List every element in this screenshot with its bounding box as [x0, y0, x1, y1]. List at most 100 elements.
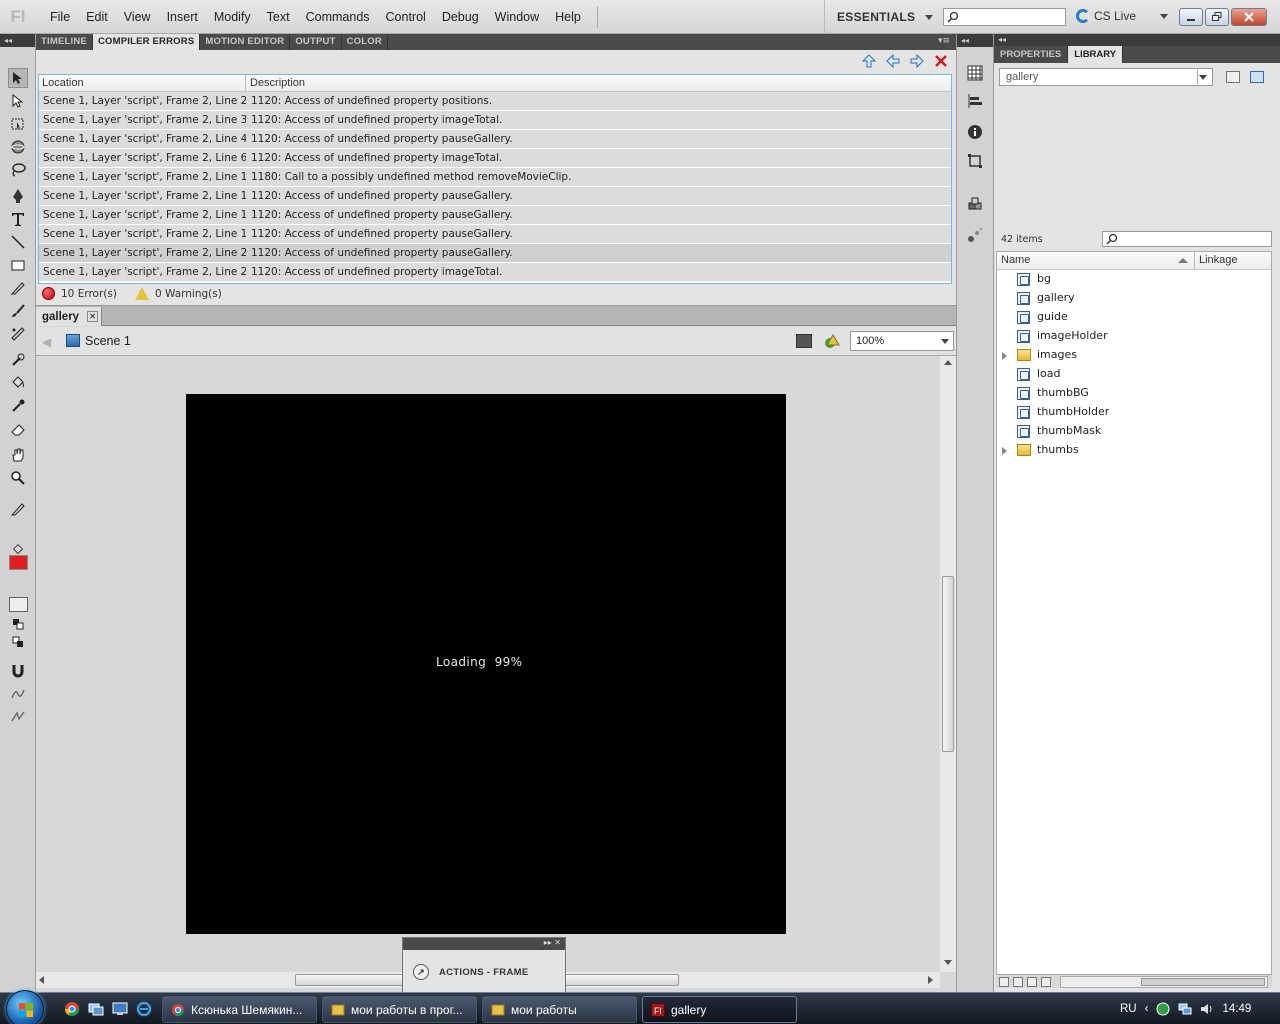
- menu-debug[interactable]: Debug: [434, 0, 487, 34]
- panel-menu-icon[interactable]: ▾≡: [938, 36, 950, 46]
- description-column-header[interactable]: Description: [246, 75, 951, 91]
- stroke-color-swatch[interactable]: [9, 597, 28, 612]
- name-column-header[interactable]: Name: [997, 252, 1195, 269]
- library-search-input[interactable]: [1102, 231, 1272, 247]
- new-symbol-icon[interactable]: [999, 977, 1009, 987]
- swap-colors-button[interactable]: [8, 632, 28, 652]
- zoom-select[interactable]: 100%: [850, 331, 954, 351]
- 3d-rotation-tool[interactable]: [8, 137, 28, 157]
- motion-presets-panel-button[interactable]: [966, 226, 984, 244]
- show-desktop-icon[interactable]: [112, 1001, 128, 1017]
- scroll-left-icon[interactable]: [39, 976, 44, 984]
- free-transform-tool[interactable]: [8, 114, 28, 134]
- collapse-icon[interactable]: ◂◂: [957, 34, 993, 47]
- help-search-input[interactable]: [943, 8, 1066, 26]
- brush-tool[interactable]: [8, 301, 28, 321]
- previous-error-button[interactable]: [884, 52, 902, 70]
- volume-icon[interactable]: [1200, 1002, 1214, 1016]
- tray-expand-icon[interactable]: ‹: [1145, 1003, 1149, 1015]
- rectangle-tool[interactable]: [8, 255, 28, 275]
- start-button[interactable]: [6, 990, 44, 1024]
- tab-output[interactable]: OUTPUT: [290, 34, 342, 50]
- line-tool[interactable]: [8, 232, 28, 252]
- back-arrow-icon[interactable]: ◀: [42, 335, 51, 349]
- next-error-button[interactable]: [908, 52, 926, 70]
- location-column-header[interactable]: Location: [39, 75, 246, 91]
- chevron-down-icon[interactable]: [1160, 14, 1168, 19]
- eyedropper-tool[interactable]: [8, 396, 28, 416]
- lasso-tool[interactable]: [8, 160, 28, 180]
- pen-tool[interactable]: [8, 186, 28, 206]
- panel-controls[interactable]: ▸▸ ✕: [544, 938, 561, 947]
- scroll-up-icon[interactable]: [944, 360, 952, 365]
- menu-commands[interactable]: Commands: [298, 0, 378, 34]
- straighten-button[interactable]: [8, 707, 28, 727]
- menu-edit[interactable]: Edit: [78, 0, 116, 34]
- document-tab[interactable]: gallery ✕: [36, 307, 102, 326]
- error-row[interactable]: Scene 1, Layer 'script', Frame 2, Line 2…: [39, 263, 951, 282]
- language-indicator[interactable]: RU: [1120, 1003, 1137, 1015]
- edit-scene-icon[interactable]: [796, 334, 812, 348]
- tab-library[interactable]: LIBRARY: [1068, 46, 1124, 63]
- clear-errors-button[interactable]: [932, 52, 950, 70]
- new-folder-icon[interactable]: [1013, 977, 1023, 987]
- error-row[interactable]: Scene 1, Layer 'script', Frame 2, Line 1…: [39, 187, 951, 206]
- menu-view[interactable]: View: [116, 0, 159, 34]
- taskbar-button[interactable]: Ксюнька Шемякин...: [162, 996, 317, 1023]
- tab-motion-editor[interactable]: MOTION EDITOR: [200, 34, 291, 50]
- info-panel-button[interactable]: [966, 123, 984, 141]
- close-window-button[interactable]: [1231, 8, 1267, 26]
- restore-button[interactable]: [1205, 8, 1229, 26]
- collapse-icon[interactable]: ◂◂: [0, 34, 35, 47]
- library-item[interactable]: thumbHolder: [997, 403, 1271, 422]
- scroll-down-icon[interactable]: [944, 960, 952, 965]
- error-row[interactable]: Scene 1, Layer 'script', Frame 2, Line 1…: [39, 225, 951, 244]
- delete-icon[interactable]: [1041, 977, 1051, 987]
- black-white-button[interactable]: [8, 614, 28, 634]
- menu-control[interactable]: Control: [378, 0, 434, 34]
- tab-timeline[interactable]: TIMELINE: [36, 34, 93, 50]
- clock[interactable]: 14:49: [1222, 1003, 1251, 1015]
- error-row[interactable]: Scene 1, Layer 'script', Frame 2, Line 1…: [39, 206, 951, 225]
- zoom-tool[interactable]: [8, 468, 28, 488]
- menu-insert[interactable]: Insert: [159, 0, 206, 34]
- library-document-select[interactable]: gallery: [999, 68, 1213, 86]
- selection-tool[interactable]: [8, 68, 28, 88]
- switch-windows-icon[interactable]: [88, 1001, 104, 1017]
- menu-text[interactable]: Text: [259, 0, 298, 34]
- edit-symbols-icon[interactable]: [824, 333, 840, 349]
- swatches-panel-button[interactable]: [966, 64, 984, 82]
- subselection-tool[interactable]: [8, 91, 28, 111]
- pin-library-icon[interactable]: [1226, 71, 1240, 83]
- transform-panel-button[interactable]: [966, 152, 984, 170]
- workspace-switcher[interactable]: ESSENTIALS: [824, 0, 934, 34]
- eraser-tool[interactable]: [8, 419, 28, 439]
- library-item[interactable]: thumbBG: [997, 384, 1271, 403]
- smooth-button[interactable]: [8, 684, 28, 704]
- close-icon[interactable]: ✕: [87, 311, 99, 322]
- internet-explorer-icon[interactable]: [136, 1001, 152, 1017]
- menu-help[interactable]: Help: [547, 0, 589, 34]
- error-row[interactable]: Scene 1, Layer 'script', Frame 2, Line 6…: [39, 149, 951, 168]
- library-item[interactable]: gallery: [997, 289, 1271, 308]
- pencil-tool[interactable]: [8, 278, 28, 298]
- new-library-panel-icon[interactable]: [1250, 71, 1264, 83]
- network-icon[interactable]: [1178, 1002, 1192, 1016]
- tab-properties[interactable]: PROPERTIES: [994, 46, 1069, 63]
- library-item[interactable]: thumbs: [997, 441, 1271, 460]
- expand-arrow-icon[interactable]: [1002, 352, 1007, 360]
- align-panel-button[interactable]: [966, 92, 984, 110]
- menu-window[interactable]: Window: [487, 0, 547, 34]
- error-row[interactable]: Scene 1, Layer 'script', Frame 2, Line 2…: [39, 244, 951, 263]
- library-scroll-thumb[interactable]: [1141, 978, 1265, 986]
- library-item[interactable]: load: [997, 365, 1271, 384]
- cs-live-button[interactable]: CS Live: [1076, 9, 1136, 23]
- bone-tool[interactable]: [8, 350, 28, 370]
- components-panel-button[interactable]: [966, 196, 984, 214]
- vertical-scroll-thumb[interactable]: [942, 576, 954, 752]
- library-item[interactable]: imageHolder: [997, 327, 1271, 346]
- library-item[interactable]: bg: [997, 270, 1271, 289]
- chrome-icon[interactable]: [64, 1001, 80, 1017]
- library-item[interactable]: images: [997, 346, 1271, 365]
- stroke-color-tool[interactable]: [8, 499, 28, 519]
